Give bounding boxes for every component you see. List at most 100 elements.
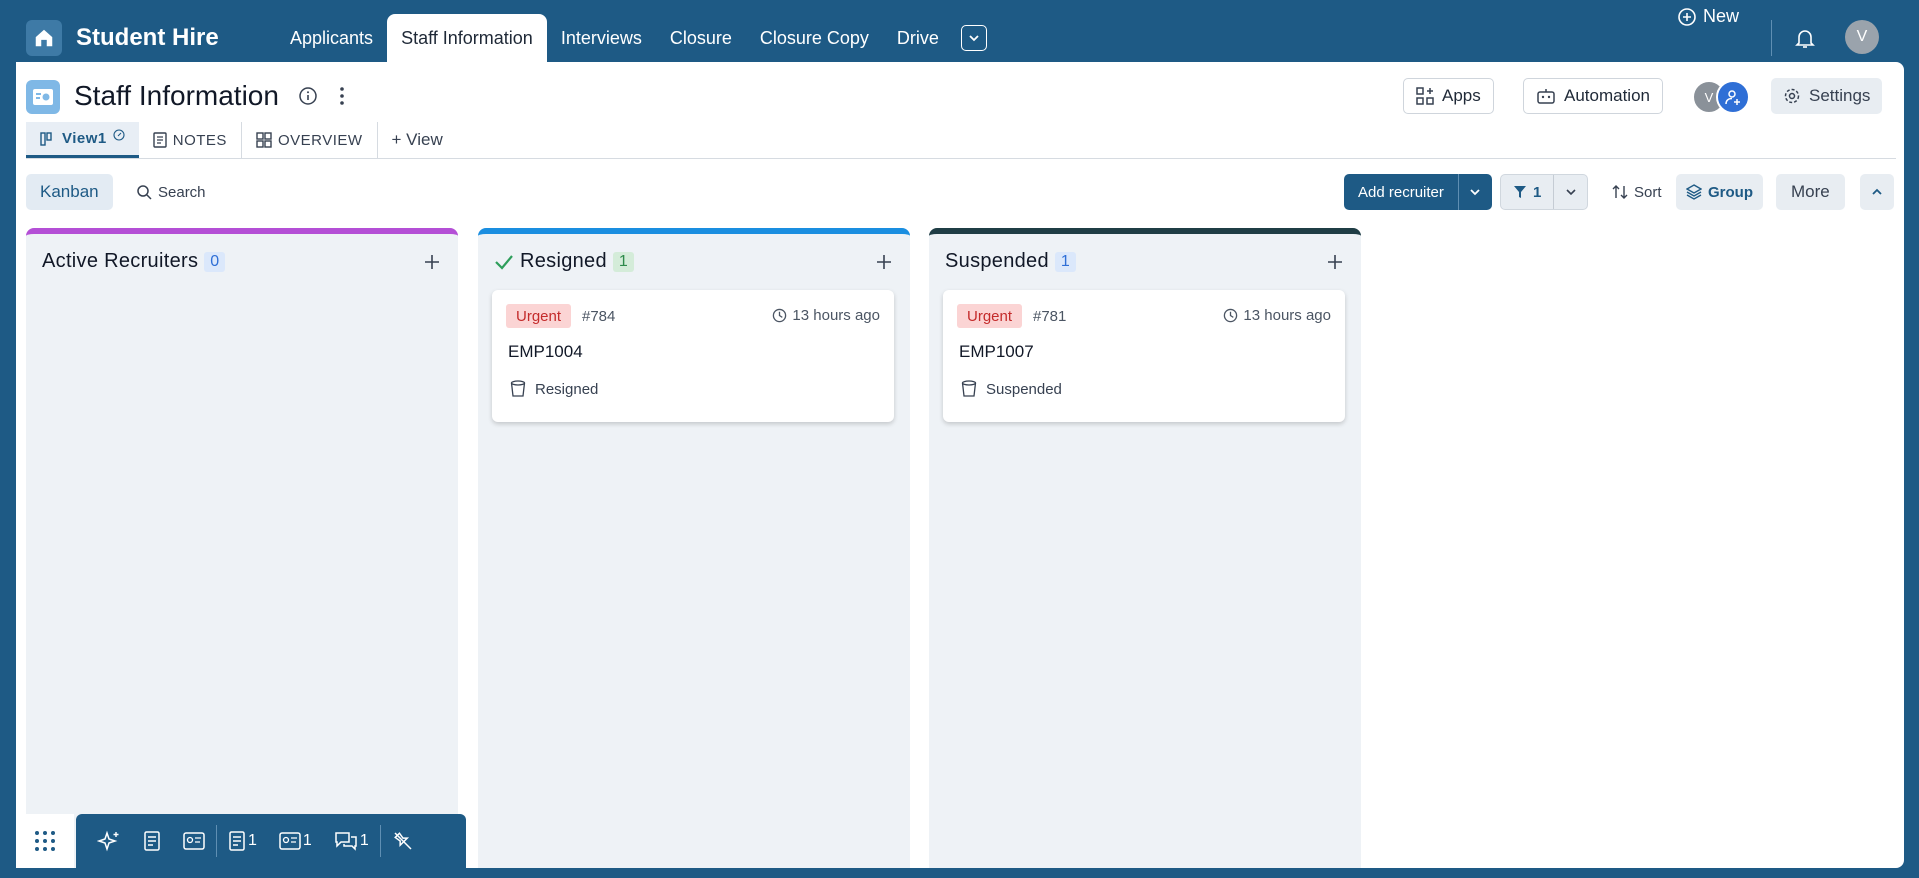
comments-count-button[interactable]: 1 xyxy=(323,825,380,857)
priority-badge: Urgent xyxy=(506,304,572,328)
collapse-button[interactable] xyxy=(1860,174,1894,210)
search-button[interactable]: Search xyxy=(136,174,206,210)
chevron-down-icon xyxy=(969,35,979,42)
kanban-view-chip[interactable]: Kanban xyxy=(26,174,113,210)
card-timestamp: 13 hours ago xyxy=(772,307,880,324)
bell-icon xyxy=(1795,30,1815,48)
filter-dropdown[interactable] xyxy=(1553,175,1587,209)
add-view-button[interactable]: + View xyxy=(378,122,457,158)
filter-button[interactable]: 1 xyxy=(1501,175,1553,209)
notes-button[interactable] xyxy=(132,825,172,857)
contact-card-button[interactable] xyxy=(172,825,216,857)
unpin-button[interactable] xyxy=(381,825,425,857)
grid-dots-icon xyxy=(35,831,55,851)
page-title: Staff Information xyxy=(74,80,279,111)
column-count: 1 xyxy=(612,251,635,272)
notes-count-button[interactable]: 1 xyxy=(217,825,268,857)
group-label: Group xyxy=(1708,183,1753,201)
automation-button[interactable]: Automation xyxy=(1523,78,1663,114)
view-tab-overview[interactable]: OVERVIEW xyxy=(242,122,378,158)
new-button-label: New xyxy=(1702,6,1739,26)
notifications-button[interactable] xyxy=(1793,26,1817,55)
view-tab-label: NOTES xyxy=(172,131,227,149)
add-card-button[interactable] xyxy=(424,254,440,275)
sort-button[interactable]: Sort xyxy=(1612,174,1662,210)
nav-tab-interviews[interactable]: Interviews xyxy=(547,14,656,62)
group-button[interactable]: Group xyxy=(1676,174,1763,210)
compass-icon xyxy=(113,128,125,141)
card-timestamp: 13 hours ago xyxy=(1223,307,1331,324)
check-icon xyxy=(495,254,513,270)
clock-icon xyxy=(1224,308,1238,323)
ai-assist-button[interactable] xyxy=(86,825,132,857)
card-status-label: Resigned xyxy=(535,380,599,398)
plus-icon xyxy=(1328,255,1342,269)
automation-button-label: Automation xyxy=(1564,86,1650,105)
add-collaborator-icon xyxy=(1716,80,1750,114)
page-info-button[interactable] xyxy=(298,86,318,111)
sparkles-icon xyxy=(97,830,119,852)
column-header: Active Recruiters 0 xyxy=(42,250,226,273)
add-card-button[interactable] xyxy=(1327,254,1343,275)
page-menu-button[interactable] xyxy=(338,86,346,111)
gear-icon xyxy=(1784,88,1800,104)
nav-tab-staff-information[interactable]: Staff Information xyxy=(387,14,547,62)
priority-badge: Urgent xyxy=(957,304,1023,328)
user-avatar[interactable]: V xyxy=(1845,20,1879,54)
apps-button-label: Apps xyxy=(1442,86,1481,105)
dashboard-icon xyxy=(256,132,272,148)
plus-circle-icon xyxy=(1678,7,1696,26)
filter-icon xyxy=(1514,186,1526,198)
home-button[interactable] xyxy=(26,20,62,56)
view-tab-view1[interactable]: View1 xyxy=(26,122,139,158)
top-divider xyxy=(1771,20,1772,56)
add-recruiter-dropdown[interactable] xyxy=(1457,174,1492,210)
view-tab-label: OVERVIEW xyxy=(277,131,363,149)
chevron-down-icon xyxy=(1470,189,1481,196)
nav-more-button[interactable] xyxy=(960,25,987,51)
card-status: Resigned xyxy=(510,380,598,398)
collaborators[interactable]: V xyxy=(1692,78,1756,116)
card-number: #781 xyxy=(1033,308,1067,325)
app-title: Student Hire xyxy=(76,24,219,51)
top-bar: Student Hire Applicants Staff Informatio… xyxy=(0,0,1919,62)
cards-count-button[interactable]: 1 xyxy=(268,825,323,857)
app-grid-button[interactable] xyxy=(16,814,74,868)
column-title: Active Recruiters xyxy=(42,250,199,272)
add-recruiter-split-button: Add recruiter xyxy=(1344,174,1492,210)
id-card-icon xyxy=(33,89,53,105)
kanban-column-resigned: Resigned 1 Urgent #784 13 hours ago EMP1… xyxy=(478,228,910,868)
card-number: #784 xyxy=(582,308,616,325)
column-count: 1 xyxy=(1054,251,1077,272)
add-card-button[interactable] xyxy=(876,254,892,275)
id-card-icon xyxy=(183,832,205,850)
bucket-icon xyxy=(961,380,977,397)
nav-tab-drive[interactable]: Drive xyxy=(883,14,953,62)
bucket-icon xyxy=(510,380,526,397)
kanban-card[interactable]: Urgent #781 13 hours ago EMP1007 Suspend… xyxy=(943,290,1345,422)
new-button[interactable]: New xyxy=(1677,6,1739,27)
card-status: Suspended xyxy=(961,380,1062,398)
kebab-icon xyxy=(340,87,344,105)
view-tab-notes[interactable]: NOTES xyxy=(139,122,242,158)
sort-icon xyxy=(1612,185,1628,199)
id-card-icon xyxy=(279,832,301,850)
nav-tab-applicants[interactable]: Applicants xyxy=(276,14,387,62)
card-title: EMP1004 xyxy=(508,342,583,361)
nav-tab-closure[interactable]: Closure xyxy=(656,14,746,62)
tabs-divider xyxy=(26,158,1896,159)
add-recruiter-button[interactable]: Add recruiter xyxy=(1344,174,1458,210)
card-time-label: 13 hours ago xyxy=(792,307,880,324)
cards-count: 1 xyxy=(302,832,312,849)
settings-button[interactable]: Settings xyxy=(1771,78,1883,114)
apps-button[interactable]: Apps xyxy=(1403,78,1494,114)
document-icon xyxy=(229,831,245,851)
nav-tab-closure-copy[interactable]: Closure Copy xyxy=(746,14,883,62)
sort-label: Sort xyxy=(1634,183,1662,201)
view-tab-label: View1 xyxy=(62,130,107,147)
more-button[interactable]: More xyxy=(1776,174,1845,210)
column-count: 0 xyxy=(204,251,226,272)
column-header: Resigned 1 xyxy=(494,250,635,273)
robot-icon xyxy=(1537,89,1555,104)
kanban-card[interactable]: Urgent #784 13 hours ago EMP1004 Resigne… xyxy=(492,290,894,422)
